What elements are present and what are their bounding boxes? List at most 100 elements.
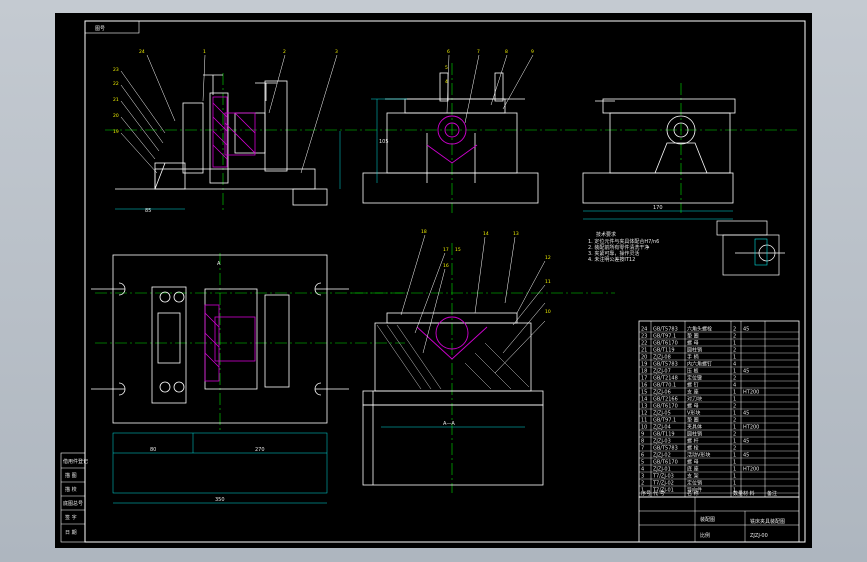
dim-plan-right: 270 [255, 447, 265, 453]
front-view-hatch [212, 96, 256, 168]
bom-cell: GB/T5783 [653, 446, 678, 452]
bom-cell: 21 [641, 348, 647, 354]
pn-1: 1 [203, 49, 206, 55]
drawing-no: ZJZJ-00 [750, 533, 768, 539]
detail-view [716, 220, 785, 276]
pn-23: 23 [113, 67, 119, 73]
pn-16: 16 [443, 263, 449, 269]
bom-cell: V形块 [687, 410, 700, 417]
pn-2: 2 [283, 49, 286, 55]
bom-header-cell: 序号 [641, 490, 651, 497]
dim-front-bottom: 85 [145, 208, 151, 214]
bom-cell: 支 座 [687, 389, 699, 396]
tech-requirements: 技术要求 1. 定位元件与夹具体配合H7/n6 2. 装配前所有零件清洗干净 3… [588, 231, 659, 263]
bom-cell: GB/T5783 [653, 327, 678, 333]
bom-cell: 螺 栓 [687, 445, 699, 452]
bom-cell: 45 [743, 327, 749, 333]
side-view-dims [371, 98, 407, 183]
bom-cell: 24 [641, 327, 647, 333]
drawing-sheet: 图号 借用件登记 描 图 描 校 底图总号 签 字 日 期 85 105 170… [55, 13, 812, 548]
bom-cell: 17 [641, 376, 647, 382]
bom-cell: 1 [733, 397, 736, 403]
bom-header-cell: 代 号 [653, 490, 665, 497]
bom-cell: GB/T2148 [653, 376, 678, 382]
top-left-tag-box [84, 20, 140, 34]
bom-cell: 1 [733, 439, 736, 445]
bom-cell: 1 [733, 453, 736, 459]
bom-cell: 1 [733, 481, 736, 487]
left-strip-5: 日 期 [65, 530, 77, 536]
right-view [582, 98, 736, 204]
bom-cell: 1 [733, 460, 736, 466]
pn-9: 9 [531, 49, 534, 55]
pn-18: 18 [421, 229, 427, 235]
title-block: 铣床夹具装配图 ZJZJ-00 装配图 比例 [638, 496, 800, 543]
bom-cell: 3 [641, 474, 644, 480]
bom-cell: 螺 母 [687, 403, 699, 410]
bom-cell: 圆柱销 [687, 431, 702, 438]
tech-item-3: 4. 未注明公差按IT12 [588, 256, 635, 263]
bom-cell: 20 [641, 355, 647, 361]
bom-cell: 8 [641, 439, 644, 445]
bom-cell: 活动V形块 [687, 452, 710, 459]
cad-viewport: 图号 借用件登记 描 图 描 校 底图总号 签 字 日 期 85 105 170… [0, 0, 867, 562]
dim-plan-left: 80 [150, 447, 156, 453]
bom-cell: GB/T119 [653, 432, 675, 438]
bom-cell: 7 [641, 446, 644, 452]
bom-cell: 手 柄 [687, 354, 699, 361]
bom-cell: 2 [641, 481, 644, 487]
pn-12: 12 [545, 255, 551, 261]
dim-plan-total: 350 [215, 497, 225, 503]
bom-cell: GB/T70.1 [653, 383, 676, 389]
bom-cell: ZJZJ-03 [653, 439, 671, 445]
bom-cell: GB/T6170 [653, 460, 678, 466]
bom-header-cell: 数量 [733, 490, 743, 497]
bom-cell: GB/T6170 [653, 404, 678, 410]
left-strip: 借用件登记 描 图 描 校 底图总号 签 字 日 期 [60, 452, 88, 543]
bom-cell: 22 [641, 341, 647, 347]
bom-cell: 6 [641, 453, 644, 459]
section-label: A—A [443, 421, 455, 427]
bom-cell: ZJZJ-06 [653, 390, 671, 396]
dim-side-height: 105 [379, 139, 389, 145]
left-strip-0: 借用件登记 [63, 458, 88, 465]
pn-11: 11 [545, 279, 551, 285]
bom-cell: 2 [733, 348, 736, 354]
pn-6: 6 [447, 49, 450, 55]
bom-cell: 螺 钉 [687, 382, 699, 389]
bom-cell: 内六角螺钉 [687, 361, 712, 368]
bom-cell: 1 [733, 341, 736, 347]
bom-cell: 5 [641, 460, 644, 466]
bom-cell: GB/T119 [653, 348, 675, 354]
bom-cell: 2 [733, 327, 736, 333]
bom-cell: 14 [641, 397, 647, 403]
assembly-drawing: 图号 借用件登记 描 图 描 校 底图总号 签 字 日 期 85 105 170… [60, 20, 806, 543]
bom-cell: 底 座 [687, 466, 699, 473]
bom-cell: 19 [641, 362, 647, 368]
pn-20: 20 [113, 113, 119, 119]
bom-cell: GB/T2166 [653, 397, 678, 403]
bom-cell: 11 [641, 418, 647, 424]
bom-cell: 12 [641, 411, 647, 417]
bom-cell: 1 [733, 425, 736, 431]
bom-cell: 4 [733, 362, 736, 368]
front-view [115, 74, 328, 206]
bom-cell: 对刀块 [687, 396, 702, 403]
bom-cell: 1 [733, 355, 736, 361]
bom-cell: GB/T97.1 [653, 418, 676, 424]
bom-cell: 2 [733, 418, 736, 424]
bom-cell: 支 架 [687, 473, 699, 480]
pn-19: 19 [113, 129, 119, 135]
pn-10: 10 [545, 309, 551, 315]
left-strip-1: 描 图 [65, 472, 77, 479]
bom-cell: 1 [733, 390, 736, 396]
right-view-dims [583, 210, 733, 220]
bom-cell: ZJZJ-04 [653, 425, 671, 431]
top-left-tag: 图号 [95, 26, 105, 32]
bom-cell: 13 [641, 404, 647, 410]
tech-item-2: 3. 夹紧可靠，操作灵活 [588, 250, 639, 257]
pn-13: 13 [513, 231, 519, 237]
pn-15: 15 [455, 247, 461, 253]
scale-label: 比例 [700, 532, 710, 539]
bom-cell: 18 [641, 369, 647, 375]
